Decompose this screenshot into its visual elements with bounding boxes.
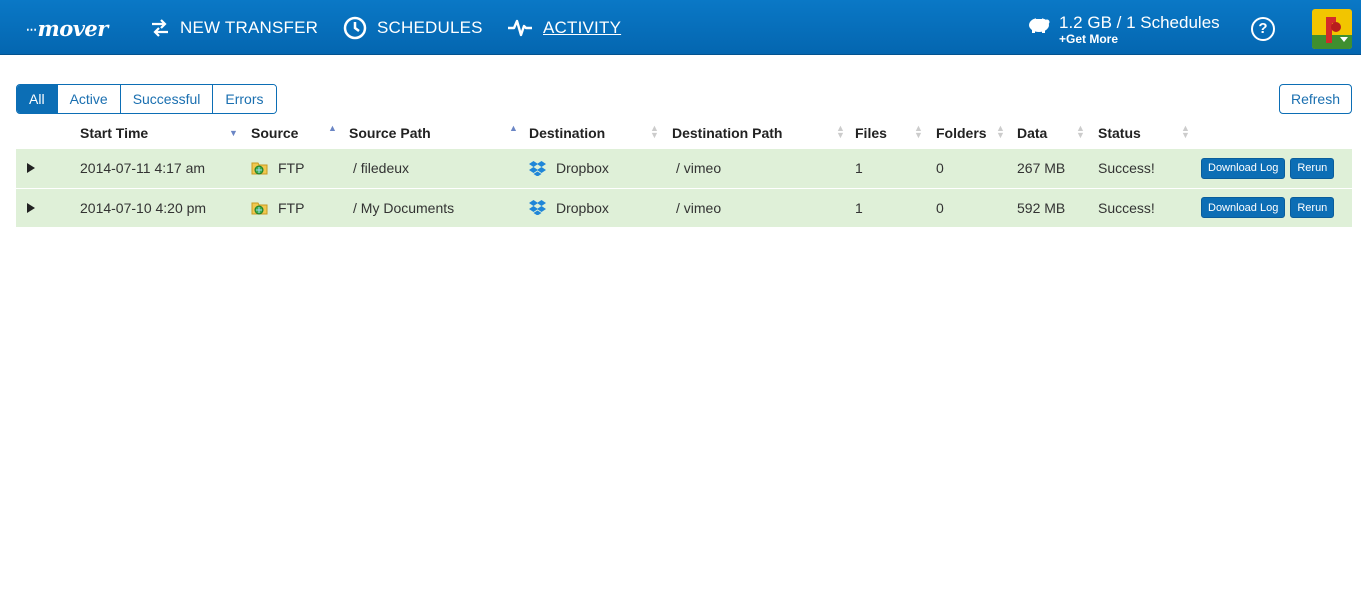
col-destination-path[interactable]: Destination Path ▲ ▼ [672,116,855,149]
user-avatar[interactable] [1312,9,1352,49]
status-cell: Success! [1098,188,1201,228]
sort-both-icon: ▲ ▼ [1181,123,1190,140]
col-source-path-label: Source Path [349,124,431,141]
nav-new-transfer[interactable]: NEW TRANSFER [150,0,318,55]
col-folders[interactable]: Folders ▲ ▼ [936,116,1017,149]
col-data-label: Data [1017,124,1048,141]
logo-text: mover [37,16,109,41]
piggy-bank-icon [1029,17,1050,33]
filter-successful-button[interactable]: Successful [119,85,213,113]
col-start-time[interactable]: Start Time ▼ [80,116,251,149]
source-name: FTP [278,160,305,177]
activity-table: Start Time ▼ Source ▲ Source Path ▲ Destina… [16,116,1352,228]
activity-pulse-icon [508,19,532,36]
sort-desc-icon: ▼ [229,128,238,138]
dropbox-icon [529,160,546,176]
source-name: FTP [278,199,305,216]
source-path-cell: / My Documents [349,188,529,228]
destination-path-cell: / vimeo [672,149,855,189]
col-status-label: Status [1098,124,1141,141]
top-navigation-bar: ⋯mover NEW TRANSFER SCHEDULES ACTIVITY 1… [0,0,1361,55]
speed-lines-icon: ⋯ [26,23,37,36]
refresh-button[interactable]: Refresh [1279,84,1352,114]
filter-all-button[interactable]: All [17,85,57,113]
destination-path-cell: / vimeo [672,188,855,228]
expand-row-icon[interactable] [27,202,35,213]
get-more-link[interactable]: +Get More [1059,33,1220,45]
ftp-icon [251,202,268,214]
clock-icon [343,16,367,39]
sort-both-icon: ▲ ▼ [836,123,845,140]
nav-schedules-label: SCHEDULES [377,17,483,37]
filter-active-button[interactable]: Active [56,85,120,113]
rerun-button[interactable]: Rerun [1290,197,1335,218]
sort-both-icon: ▲ ▼ [996,123,1005,140]
table-row: 2014-07-11 4:17 am FTP / filedeux Dropbo… [16,149,1352,189]
help-icon[interactable]: ? [1251,17,1275,41]
sort-asc-icon: ▲ [509,123,518,133]
avatar-image [1312,9,1352,49]
sort-both-icon: ▲ ▼ [1076,123,1085,140]
nav-activity[interactable]: ACTIVITY [507,0,621,55]
sort-asc-icon: ▲ [328,123,337,133]
table-header-row: Start Time ▼ Source ▲ Source Path ▲ Destina… [16,116,1352,149]
start-time-cell: 2014-07-10 4:20 pm [80,188,251,228]
col-data[interactable]: Data ▲ ▼ [1017,116,1098,149]
col-start-time-label: Start Time [80,124,149,141]
destination-name: Dropbox [556,160,609,177]
filter-errors-button[interactable]: Errors [212,85,276,113]
dropbox-icon [529,200,546,215]
col-expand [16,116,80,149]
source-path-cell: / filedeux [349,149,529,189]
status-cell: Success! [1098,149,1201,189]
mover-logo[interactable]: ⋯mover [26,16,108,41]
sort-both-icon: ▲ ▼ [650,123,659,140]
start-time-cell: 2014-07-11 4:17 am [80,149,251,189]
files-cell: 1 [855,149,936,189]
data-cell: 267 MB [1017,149,1098,189]
col-source-label: Source [251,124,299,141]
col-status[interactable]: Status ▲ ▼ [1098,116,1201,149]
download-log-button[interactable]: Download Log [1201,197,1286,218]
sort-both-icon: ▲ ▼ [914,123,923,140]
destination-name: Dropbox [556,199,609,216]
folders-cell: 0 [936,188,1017,228]
usage-summary: 1.2 GB / 1 Schedules [1059,13,1220,32]
rerun-button[interactable]: Rerun [1290,157,1335,179]
col-folders-label: Folders [936,124,987,141]
table-row: 2014-07-10 4:20 pm FTP / My Documents Dr… [16,188,1352,228]
col-source-path[interactable]: Source Path ▲ [349,116,529,149]
nav-schedules[interactable]: SCHEDULES [343,0,483,55]
activity-filter-group: All Active Successful Errors [16,84,277,114]
col-destination-path-label: Destination Path [672,124,783,141]
ftp-icon [251,162,268,175]
col-actions [1201,116,1352,149]
download-log-button[interactable]: Download Log [1201,157,1286,179]
col-files[interactable]: Files ▲ ▼ [855,116,936,149]
col-source[interactable]: Source ▲ [251,116,349,149]
data-cell: 592 MB [1017,188,1098,228]
nav-new-transfer-label: NEW TRANSFER [180,17,319,37]
col-destination[interactable]: Destination ▲ ▼ [529,116,672,149]
col-files-label: Files [855,124,887,141]
folders-cell: 0 [936,149,1017,189]
transfer-arrows-icon [152,18,168,37]
nav-activity-label: ACTIVITY [543,17,622,37]
storage-usage[interactable]: 1.2 GB / 1 Schedules +Get More [1027,14,1220,45]
col-destination-label: Destination [529,124,606,141]
expand-row-icon[interactable] [27,163,35,174]
files-cell: 1 [855,188,936,228]
